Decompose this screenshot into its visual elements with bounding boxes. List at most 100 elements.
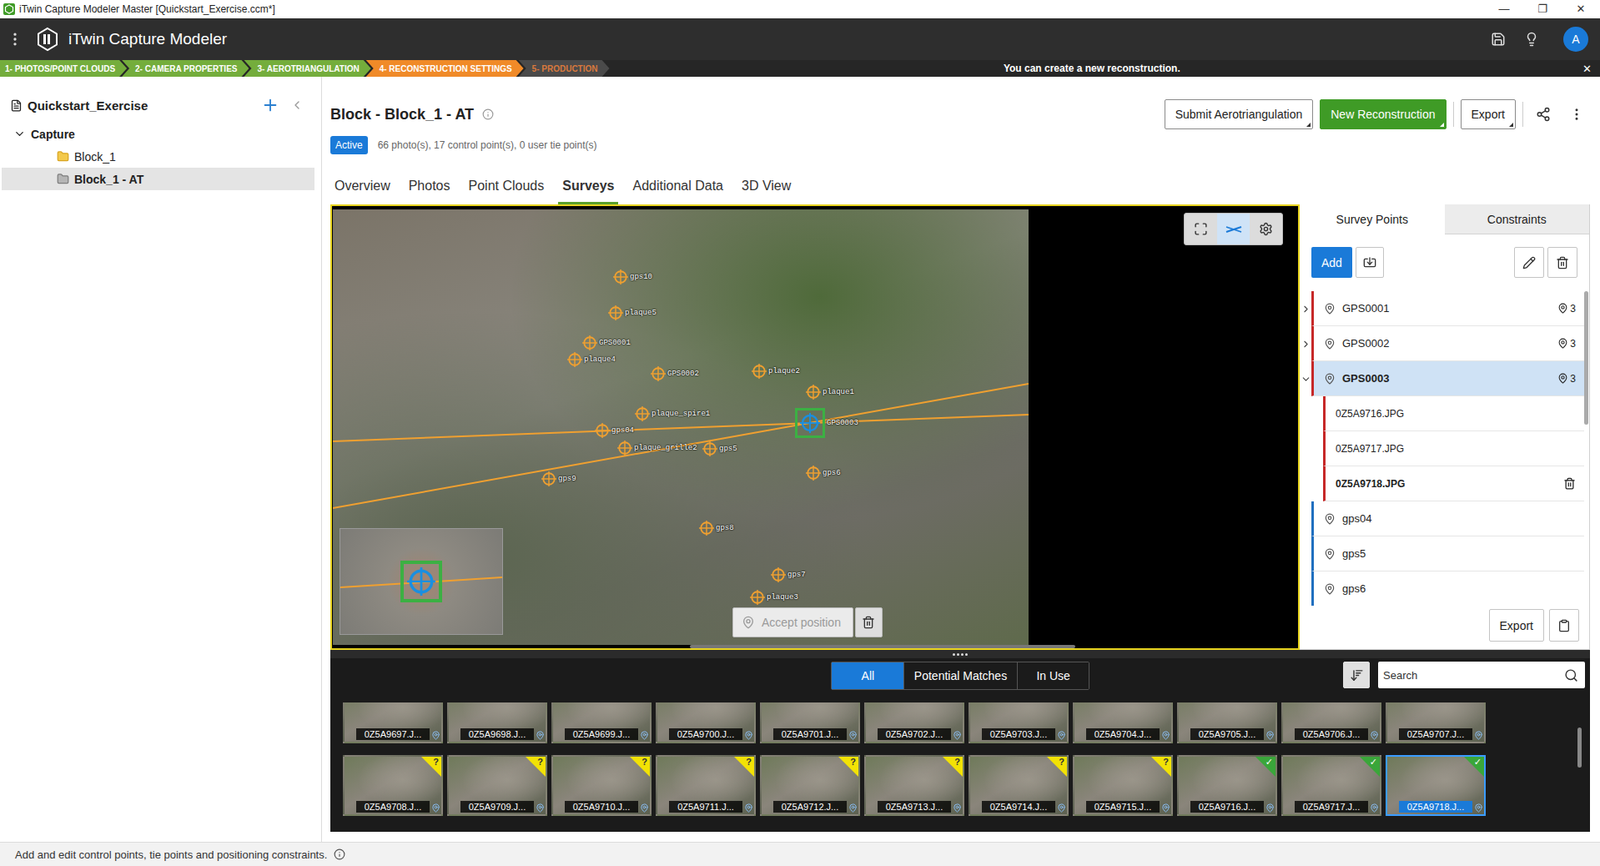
photo-thumbnail[interactable]: 0Z5A9704.J... (1072, 702, 1173, 744)
survey-marker[interactable]: plaque5 (608, 305, 657, 321)
photo-viewer[interactable]: gps10plaque5GPS0001plaque4GPS0002plaque2… (330, 204, 1300, 650)
action-button[interactable]: Export (1460, 99, 1516, 130)
expand-toggle[interactable] (1299, 326, 1312, 362)
accept-position-button[interactable]: Accept position (732, 607, 854, 638)
survey-point-row[interactable]: gps04 (1299, 501, 1585, 537)
list-scrollbar[interactable] (1584, 291, 1589, 425)
survey-marker[interactable]: plaque1 (805, 384, 855, 400)
trash-icon[interactable] (1563, 477, 1576, 490)
photo-thumbnail[interactable]: ✓0Z5A9717.J... (1281, 754, 1382, 816)
save-button[interactable] (1484, 25, 1512, 53)
workflow-step[interactable]: 3- AEROTRIANGULATION (243, 60, 371, 77)
survey-marker[interactable]: plaque3 (749, 589, 799, 605)
survey-marker[interactable]: gps04 (594, 422, 634, 438)
photo-thumbnail[interactable]: ?0Z5A9712.J... (759, 754, 861, 816)
expand-toggle[interactable] (1299, 361, 1312, 397)
tree-item[interactable]: Capture (1, 122, 315, 146)
tab[interactable]: Point Clouds (464, 169, 549, 205)
tree-item[interactable]: Block_1 (1, 145, 315, 168)
panel-tab[interactable]: Constraints (1444, 204, 1590, 235)
user-avatar[interactable]: A (1563, 26, 1589, 52)
survey-marker[interactable]: plaque_spire1 (634, 406, 710, 422)
survey-marker[interactable]: plaque_grille2 (617, 440, 698, 456)
survey-point-row[interactable]: GPS00033 (1299, 361, 1585, 397)
measurement[interactable]: 0Z5A9716.JPG (1323, 396, 1585, 432)
close-message-button[interactable]: ✕ (1574, 62, 1600, 76)
menu-button[interactable] (1, 25, 29, 53)
photo-thumbnail[interactable]: 0Z5A9700.J... (655, 702, 756, 744)
window-control[interactable]: — (1484, 0, 1524, 19)
filter-button[interactable]: All (831, 662, 904, 690)
survey-marker[interactable]: GPS0003 (794, 407, 859, 438)
survey-point-row[interactable]: GPS00023 (1299, 326, 1585, 362)
horizontal-scrollbar[interactable] (689, 644, 1076, 649)
survey-marker[interactable]: GPS0001 (582, 335, 631, 351)
info-icon[interactable] (482, 108, 494, 121)
survey-point-row[interactable]: gps6 (1299, 571, 1585, 606)
survey-point[interactable]: GPS00023 (1311, 326, 1585, 362)
photo-thumbnail[interactable]: 0Z5A9699.J... (551, 702, 652, 744)
tab[interactable]: Overview (330, 169, 395, 205)
export-points-button[interactable]: Export (1489, 608, 1545, 642)
survey-point[interactable]: gps5 (1311, 536, 1585, 572)
workflow-step[interactable]: 2- CAMERA PROPERTIES (121, 60, 249, 77)
survey-point-row[interactable]: GPS00013 (1299, 291, 1585, 327)
tab[interactable]: Surveys (558, 169, 619, 205)
viewer-tool-button[interactable] (1184, 213, 1218, 245)
tab[interactable]: 3D View (737, 169, 795, 205)
workflow-step[interactable]: 4- RECONSTRUCTION SETTINGS (366, 60, 524, 77)
info-icon[interactable] (333, 848, 346, 861)
measurement-row[interactable]: 0Z5A9717.JPG (1299, 431, 1585, 467)
survey-marker[interactable]: GPS0002 (650, 366, 700, 382)
photo-thumbnail[interactable]: ?0Z5A9715.J... (1072, 754, 1173, 816)
delete-measure-button[interactable] (855, 607, 883, 638)
photo-thumbnail[interactable]: ?0Z5A9710.J... (551, 754, 652, 816)
add-point-button[interactable]: Add (1311, 246, 1353, 278)
filmstrip-scrollbar[interactable] (1577, 727, 1582, 768)
photo-thumbnail[interactable]: ?0Z5A9709.J... (447, 754, 548, 816)
photo-thumbnail[interactable]: 0Z5A9706.J... (1281, 702, 1382, 744)
import-button[interactable] (1355, 246, 1384, 278)
photo-thumbnail[interactable]: ✓0Z5A9718.J... (1385, 754, 1486, 816)
measurement[interactable]: 0Z5A9718.JPG (1323, 466, 1585, 502)
survey-marker[interactable]: gps6 (805, 465, 841, 481)
photo-thumbnail[interactable]: 0Z5A9698.J... (447, 702, 548, 744)
photo-thumbnail[interactable]: ?0Z5A9711.J... (655, 754, 756, 816)
photo-thumbnail[interactable]: 0Z5A9707.J... (1385, 702, 1486, 744)
aerial-photo[interactable]: gps10plaque5GPS0001plaque4GPS0002plaque2… (332, 209, 1029, 645)
filter-button[interactable]: Potential Matches (903, 662, 1017, 690)
photo-thumbnail[interactable]: ?0Z5A9713.J... (864, 754, 965, 816)
collapse-sidebar-button[interactable] (286, 94, 308, 116)
viewer-tool-button[interactable] (1249, 213, 1283, 245)
share-button[interactable] (1529, 100, 1557, 128)
tree-item[interactable]: Block_1 - AT (1, 167, 315, 191)
photo-thumbnail[interactable]: ?0Z5A9714.J... (968, 754, 1069, 816)
expand-toggle[interactable] (1299, 501, 1312, 537)
survey-point[interactable]: gps04 (1311, 501, 1585, 537)
survey-marker[interactable]: gps9 (541, 471, 577, 487)
tab[interactable]: Additional Data (628, 169, 728, 205)
photo-thumbnail[interactable]: 0Z5A9703.J... (968, 702, 1069, 744)
measurement[interactable]: 0Z5A9717.JPG (1323, 431, 1585, 467)
action-button[interactable]: New Reconstruction (1319, 99, 1446, 130)
survey-marker[interactable]: gps8 (699, 520, 735, 536)
chevron-down-icon[interactable] (13, 127, 26, 141)
tab[interactable]: Photos (404, 169, 455, 205)
survey-marker[interactable]: plaque4 (567, 352, 616, 368)
workflow-step[interactable]: 5- PRODUCTION (518, 60, 610, 77)
window-control[interactable]: ❐ (1523, 0, 1562, 19)
action-button[interactable]: Submit Aerotriangulation (1164, 99, 1314, 130)
panel-tab[interactable]: Survey Points (1299, 204, 1445, 235)
copy-button[interactable] (1549, 608, 1580, 642)
photo-thumbnail[interactable]: 0Z5A9702.J... (864, 702, 965, 744)
expand-toggle[interactable] (1299, 571, 1312, 606)
measurement-row[interactable]: 0Z5A9716.JPG (1299, 396, 1585, 432)
photo-thumbnail[interactable]: 0Z5A9697.J... (342, 702, 443, 744)
survey-marker[interactable]: plaque2 (751, 363, 800, 379)
workflow-step[interactable]: 1- PHOTOS/POINT CLOUDS (0, 60, 127, 77)
survey-point[interactable]: gps6 (1311, 571, 1585, 606)
viewer-tool-button[interactable] (1217, 213, 1250, 245)
photo-thumbnail[interactable]: 0Z5A9705.J... (1177, 702, 1278, 744)
filter-button[interactable]: In Use (1016, 662, 1089, 690)
photo-thumbnail[interactable]: ✓0Z5A9716.J... (1177, 754, 1278, 816)
